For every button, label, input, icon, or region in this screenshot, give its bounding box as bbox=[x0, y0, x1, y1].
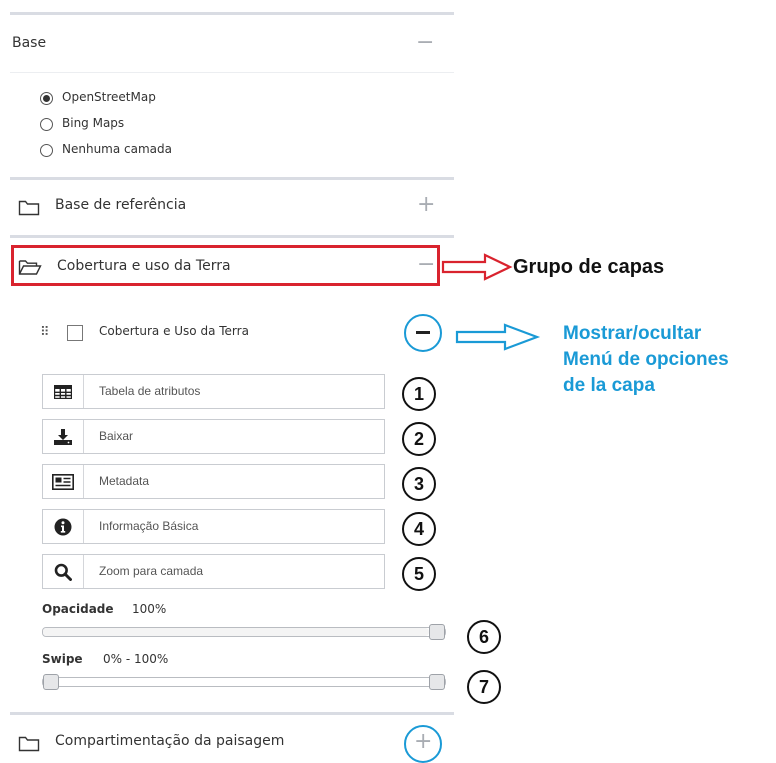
base-collapse-icon[interactable]: − bbox=[416, 32, 434, 54]
number-badge-2: 2 bbox=[402, 422, 436, 456]
base-header-divider bbox=[10, 72, 454, 73]
number-badge-7: 7 bbox=[467, 670, 501, 704]
annotation-line-1: Mostrar/ocultar bbox=[563, 323, 702, 344]
layer-menu-toggle[interactable] bbox=[404, 314, 442, 352]
annotation-line-3: de la capa bbox=[563, 375, 655, 396]
group-title-referencia: Base de referência bbox=[55, 197, 187, 213]
drag-handle-icon[interactable]: ⠿ bbox=[40, 325, 49, 340]
radio-bing-maps[interactable] bbox=[40, 118, 53, 131]
option-metadata[interactable]: Metadata bbox=[42, 464, 385, 499]
number-badge-5: 5 bbox=[402, 557, 436, 591]
swipe-slider[interactable] bbox=[42, 674, 446, 690]
option-label: Metadata bbox=[99, 474, 150, 488]
group-highlight-box bbox=[11, 245, 440, 286]
number-badge-1: 1 bbox=[402, 377, 436, 411]
number-badge-3: 3 bbox=[402, 467, 436, 501]
option-label: Baixar bbox=[99, 429, 134, 443]
option-label: Zoom para camada bbox=[99, 564, 204, 578]
download-icon bbox=[43, 420, 84, 453]
search-icon bbox=[43, 555, 84, 588]
expand-group-button[interactable]: + bbox=[404, 725, 442, 763]
radio-label-nenhuma-camada: Nenhuma camada bbox=[62, 142, 172, 156]
base-title: Base bbox=[12, 35, 47, 51]
opacity-slider-handle[interactable] bbox=[429, 624, 445, 640]
info-icon bbox=[43, 510, 84, 543]
option-baixar[interactable]: Baixar bbox=[42, 419, 385, 454]
blue-arrow-icon bbox=[455, 323, 541, 351]
layer-visibility-checkbox[interactable] bbox=[67, 325, 83, 341]
swipe-end-handle[interactable] bbox=[429, 674, 445, 690]
table-icon bbox=[43, 375, 84, 408]
radio-openstreetmap[interactable] bbox=[40, 92, 53, 105]
opacity-value: 100% bbox=[132, 602, 167, 616]
radio-label-openstreetmap: OpenStreetMap bbox=[62, 90, 156, 104]
option-zoom-para-camada[interactable]: Zoom para camada bbox=[42, 554, 385, 589]
folder-icon bbox=[18, 200, 40, 216]
layer-title: Cobertura e Uso da Terra bbox=[99, 324, 249, 338]
annotation-grupo-de-capas: Grupo de capas bbox=[513, 256, 665, 278]
option-label: Informação Básica bbox=[99, 519, 199, 533]
opacity-slider[interactable] bbox=[42, 624, 446, 640]
group-compartimentacao[interactable]: Compartimentação da paisagem bbox=[10, 715, 454, 755]
base-header[interactable]: Base − bbox=[10, 15, 454, 72]
radio-nenhuma-camada[interactable] bbox=[40, 144, 53, 157]
option-informacao-basica[interactable]: Informação Básica bbox=[42, 509, 385, 544]
opacity-fill bbox=[43, 628, 429, 636]
radio-label-bing-maps: Bing Maps bbox=[62, 116, 125, 130]
swipe-label: Swipe bbox=[42, 652, 83, 666]
swipe-value: 0% - 100% bbox=[103, 652, 169, 666]
number-badge-4: 4 bbox=[402, 512, 436, 546]
option-label: Tabela de atributos bbox=[99, 384, 201, 398]
layer-card bbox=[30, 304, 456, 699]
number-badge-6: 6 bbox=[467, 620, 501, 654]
metadata-card-icon bbox=[43, 465, 84, 498]
group-title-compartimentacao: Compartimentação da paisagem bbox=[55, 733, 285, 749]
opacity-label: Opacidade bbox=[42, 602, 114, 616]
annotation-line-2: Menú de opciones bbox=[563, 349, 729, 370]
plus-icon: + bbox=[414, 729, 433, 754]
red-arrow-icon bbox=[441, 253, 513, 281]
group-base-de-referencia[interactable]: Base de referência + bbox=[10, 180, 454, 232]
folder-icon bbox=[18, 736, 40, 752]
minus-icon bbox=[416, 331, 430, 334]
expand-plus-icon[interactable]: + bbox=[417, 194, 435, 216]
swipe-start-handle[interactable] bbox=[43, 674, 59, 690]
option-tabela-de-atributos[interactable]: Tabela de atributos bbox=[42, 374, 385, 409]
